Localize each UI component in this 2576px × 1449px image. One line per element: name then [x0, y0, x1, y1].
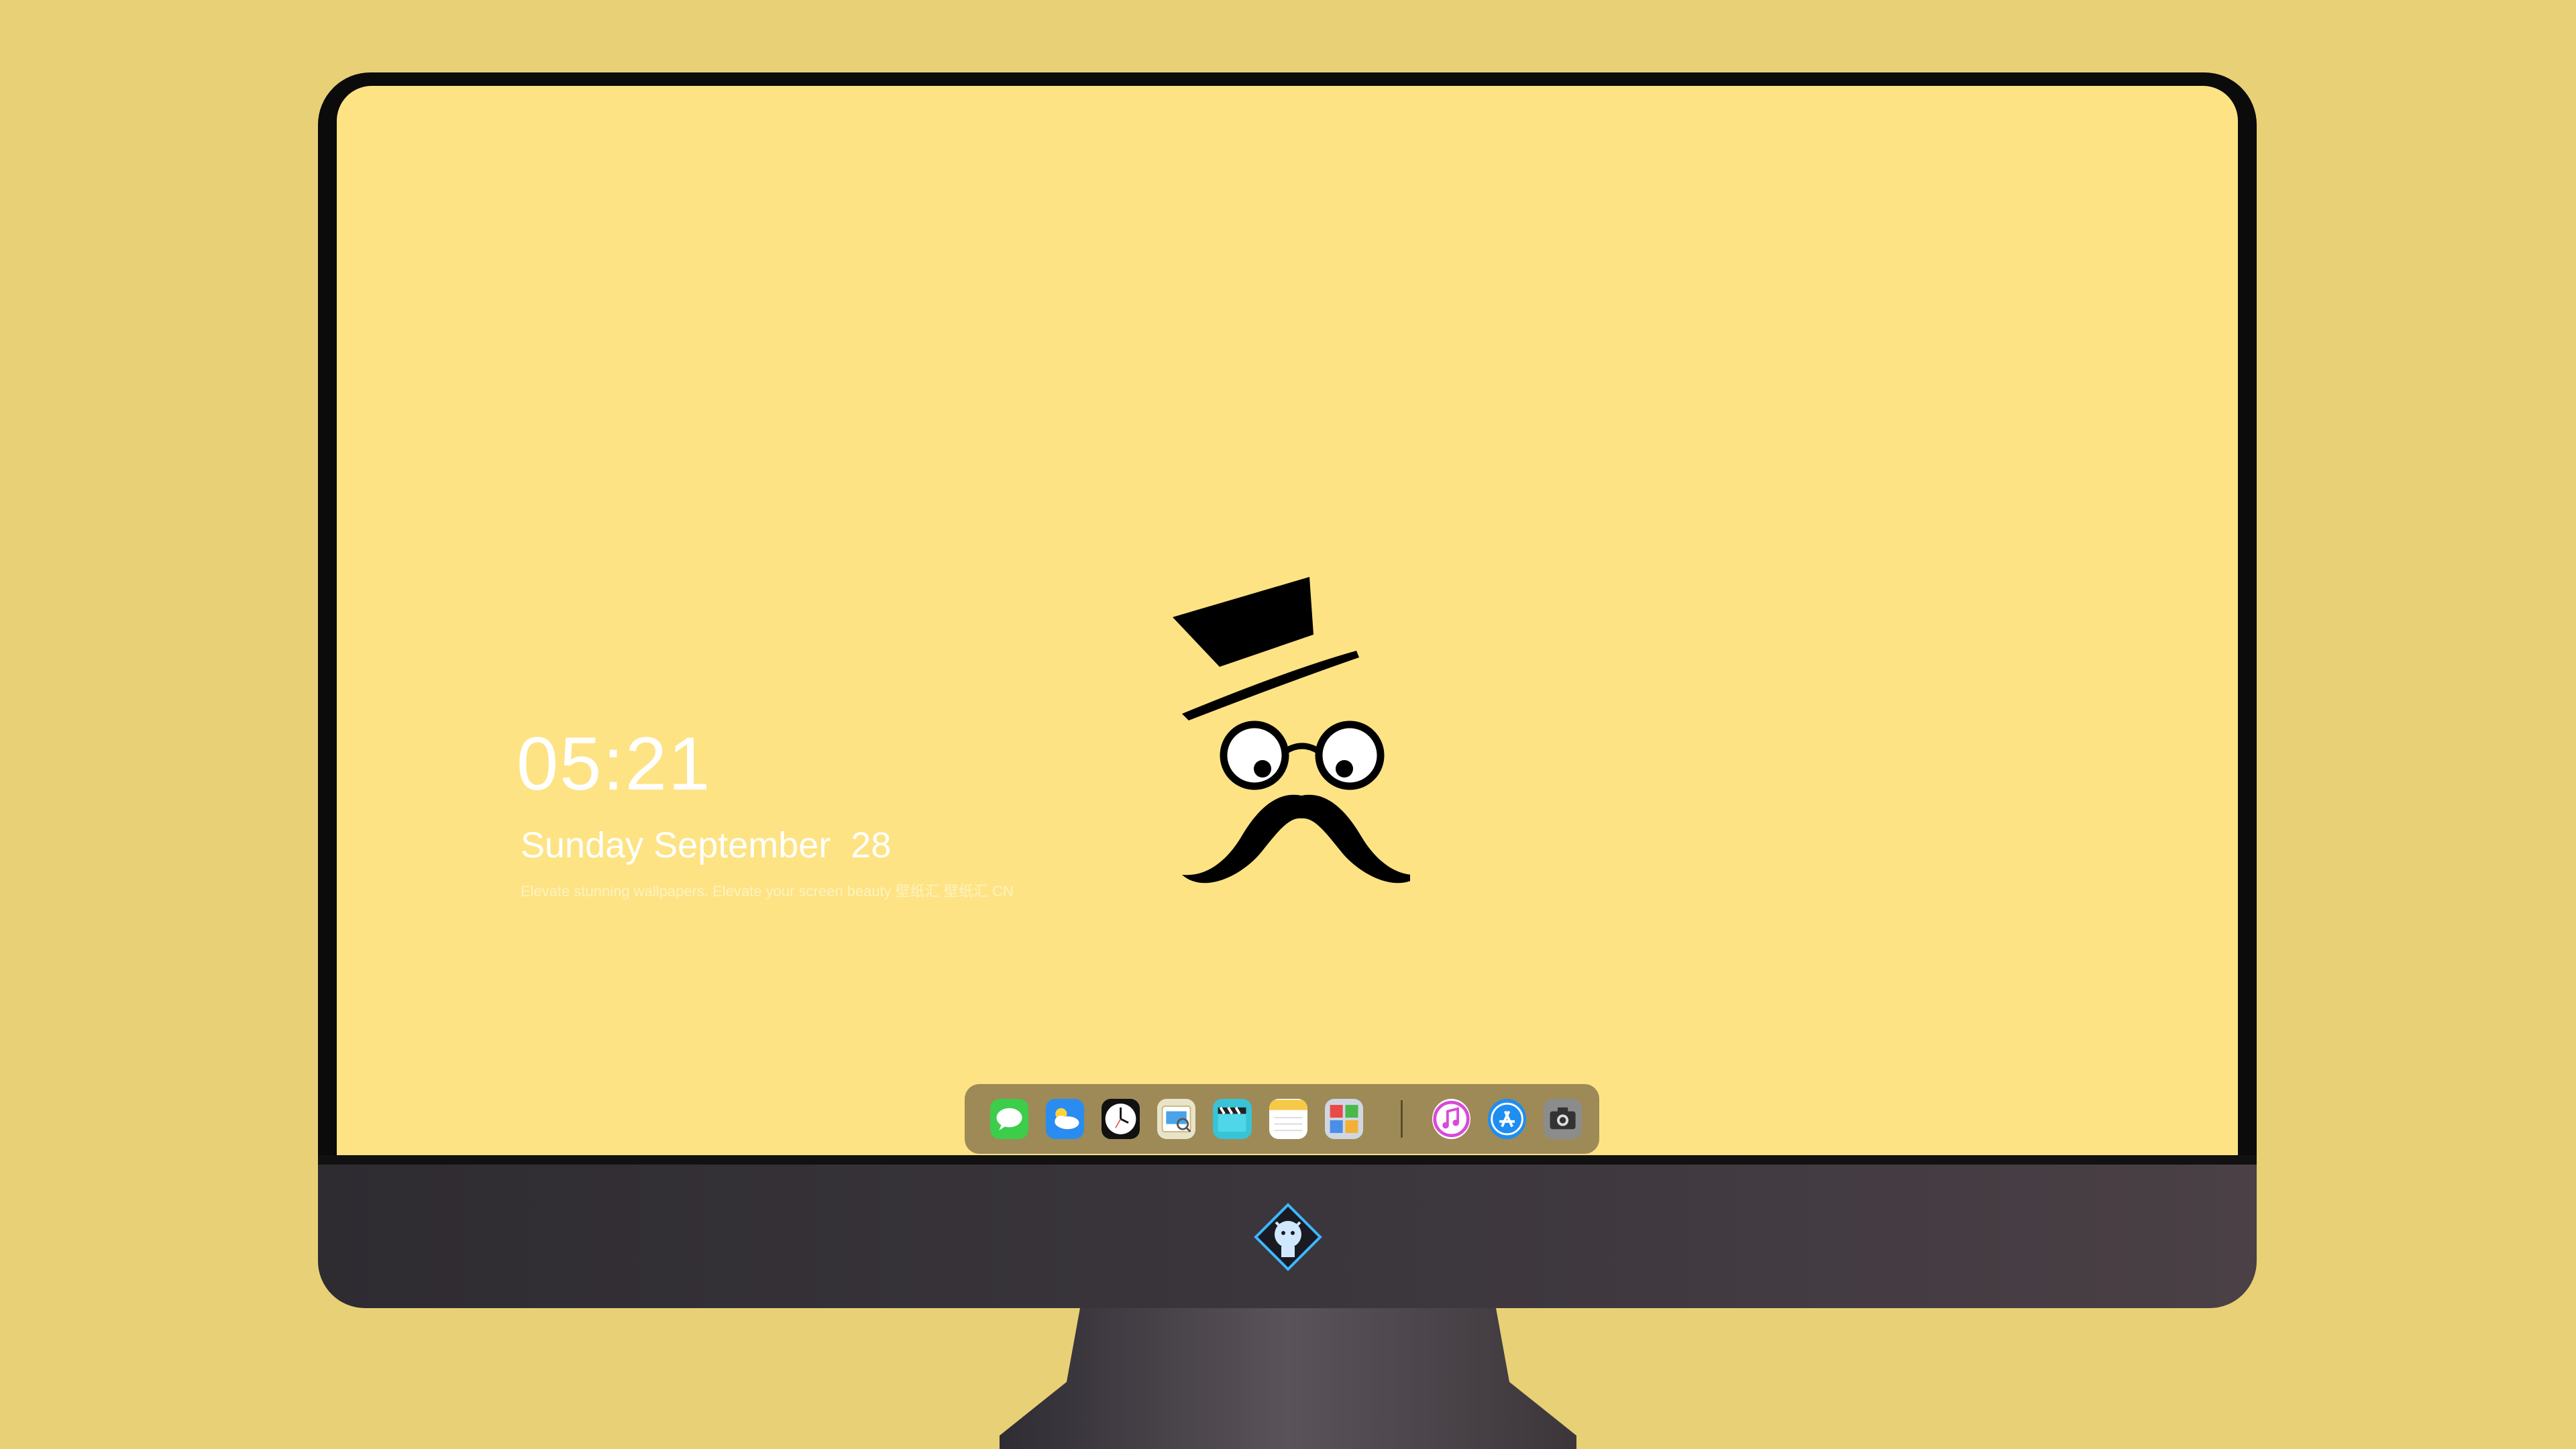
clapperboard-icon[interactable]: [1213, 1099, 1252, 1139]
dock: [965, 1084, 1599, 1154]
brand-logo-icon: [1254, 1203, 1322, 1271]
photo-booth-icon[interactable]: [1324, 1099, 1363, 1139]
desktop-screen: 05:21 Sunday September 28 Elevate stunni…: [337, 86, 2238, 1155]
clock-icon[interactable]: [1102, 1099, 1140, 1139]
lock-time: 05:21: [517, 722, 712, 806]
camera-icon[interactable]: [1543, 1099, 1582, 1139]
app-store-icon[interactable]: [1487, 1099, 1526, 1139]
monitor-stand: [1000, 1308, 1576, 1449]
lock-date: Sunday September 28: [521, 825, 892, 865]
messages-icon[interactable]: [990, 1099, 1029, 1139]
music-icon[interactable]: [1432, 1099, 1470, 1139]
notes-icon[interactable]: [1269, 1099, 1307, 1139]
wallpaper-tagline: Elevate stunning wallpapers. Elevate you…: [521, 883, 1014, 900]
dock-separator: [1400, 1100, 1403, 1138]
preview-icon[interactable]: [1157, 1099, 1196, 1139]
weather-icon[interactable]: [1046, 1099, 1085, 1139]
gentleman-mustache-icon: [1173, 577, 1410, 883]
